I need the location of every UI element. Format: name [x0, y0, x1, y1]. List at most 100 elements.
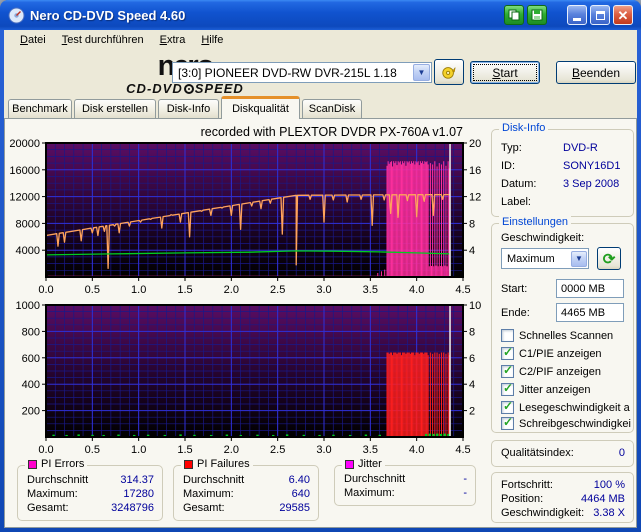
- jitter-stats-panel: Jitter Durchschnitt - Maximum: -: [334, 458, 476, 506]
- speed-select-value: Maximum: [507, 252, 555, 265]
- copy-chart-button[interactable]: [504, 5, 524, 25]
- eject-disc-icon: [442, 67, 456, 79]
- svg-text:16: 16: [469, 165, 481, 177]
- checkbox-label: Schreibgeschwindigkei: [519, 417, 631, 430]
- pi-errors-swatch: [28, 459, 37, 469]
- svg-text:0.5: 0.5: [85, 444, 100, 456]
- checkbox-label: C2/PIF anzeigen: [519, 365, 601, 378]
- svg-text:4.0: 4.0: [409, 444, 424, 456]
- svg-text:4.0: 4.0: [409, 284, 424, 295]
- drive-select[interactable]: [3:0] PIONEER DVD-RW DVR-215L 1.18 ▼: [172, 62, 432, 83]
- svg-text:3.0: 3.0: [316, 444, 331, 456]
- speed-label: Geschwindigkeit:: [501, 232, 585, 244]
- pi-failures-swatch: [184, 459, 193, 469]
- menu-datei[interactable]: Datei: [12, 32, 54, 48]
- svg-text:10: 10: [469, 300, 481, 312]
- stat-label: Gesamt:: [183, 502, 225, 514]
- stat-label: Maximum:: [27, 488, 78, 500]
- stat-value: 17280: [123, 488, 154, 500]
- position-value: 4464 MB: [580, 493, 625, 505]
- checkbox-label: Lesegeschwindigkeit a: [519, 401, 630, 414]
- stat-label: Durchschnitt: [183, 474, 245, 486]
- svg-text:4.5: 4.5: [455, 444, 470, 456]
- disk-info-title: Disk-Info: [499, 122, 549, 134]
- progress-label: Fortschritt:: [501, 479, 553, 491]
- progress-value: 100 %: [593, 479, 625, 491]
- stat-value: 29585: [279, 502, 310, 514]
- tab-diskqualitaet[interactable]: Diskqualität: [221, 96, 300, 119]
- tab-disk-info[interactable]: Disk-Info: [158, 99, 219, 118]
- svg-text:1.0: 1.0: [131, 444, 146, 456]
- svg-text:4000: 4000: [16, 245, 40, 257]
- chevron-down-icon: ▼: [417, 67, 426, 77]
- svg-text:1.5: 1.5: [177, 284, 192, 295]
- checkbox-icon: [501, 364, 514, 378]
- refresh-speed-button[interactable]: ⟳: [597, 247, 621, 270]
- checkbox-lesegeschwindigkeit[interactable]: Lesegeschwindigkeit a: [501, 400, 634, 415]
- disk-id-label: ID:: [501, 160, 516, 172]
- close-icon: ✕: [617, 7, 629, 23]
- maximize-icon: [595, 10, 605, 20]
- disk-date-value: 3 Sep 2008: [563, 178, 620, 190]
- position-label: Position:: [501, 493, 544, 505]
- maximize-button[interactable]: [590, 5, 610, 25]
- title-bar[interactable]: Nero CD-DVD Speed 4.60 ✕: [0, 0, 641, 30]
- tab-scandisk[interactable]: ScanDisk: [302, 99, 362, 118]
- disk-type-value: DVD-R: [563, 142, 598, 154]
- minimize-button[interactable]: [567, 5, 587, 25]
- checkbox-c2-pif[interactable]: C2/PIF anzeigen: [501, 364, 634, 379]
- tab-benchmark[interactable]: Benchmark: [8, 99, 72, 118]
- svg-text:6: 6: [469, 353, 475, 365]
- diskqualitaet-page: 20000 20 16000 16 12000 12 8000 8 4000 4 0.0 0.5 1.0…: [4, 118, 637, 528]
- end-pos-label: Ende:: [501, 307, 530, 319]
- menu-extra[interactable]: Extra: [152, 32, 194, 48]
- chevron-down-icon: ▼: [575, 253, 583, 263]
- jitter-stats-title: Jitter: [358, 458, 382, 470]
- checkbox-schnelles-scannen[interactable]: Schnelles Scannen: [501, 328, 634, 343]
- svg-text:1000: 1000: [16, 300, 40, 312]
- stat-value: 640: [291, 488, 310, 500]
- disk-id-value: SONY16D1: [563, 160, 621, 172]
- quality-index-value: 0: [618, 447, 625, 459]
- stat-value: 3248796: [111, 502, 154, 514]
- svg-text:4: 4: [469, 379, 475, 391]
- drive-select-dropdown-button[interactable]: ▼: [413, 64, 430, 81]
- svg-text:0.0: 0.0: [38, 284, 53, 295]
- close-button[interactable]: ✕: [613, 5, 633, 25]
- start-button[interactable]: Start: [470, 61, 540, 84]
- disk-date-label: Datum:: [501, 178, 537, 190]
- start-pos-label: Start:: [501, 283, 528, 295]
- quit-button[interactable]: Beenden: [556, 61, 636, 84]
- svg-text:12: 12: [469, 192, 481, 204]
- disk-info-panel: Disk-Info Typ: DVD-R ID: SONY16D1 Datum: 3 …: [491, 122, 634, 217]
- svg-text:recorded with PLEXTOR DVDR P: recorded with PLEXTOR DVDR PX-760A v1.07: [201, 125, 463, 139]
- svg-text:4.5: 4.5: [455, 284, 470, 295]
- svg-text:20: 20: [469, 138, 481, 150]
- save-chart-button[interactable]: [527, 5, 547, 25]
- checkbox-jitter[interactable]: Jitter anzeigen: [501, 382, 634, 397]
- pi-failures-chart: 1000 10 800 8 600 6 400 4 200 2 0.0 0.5 1.0 1.5 2.0 2.5…: [16, 300, 482, 456]
- svg-text:200: 200: [22, 406, 40, 418]
- start-pos-input[interactable]: [556, 279, 624, 298]
- end-pos-input[interactable]: [556, 303, 624, 322]
- svg-text:20000: 20000: [9, 138, 40, 150]
- disk-type-label: Typ:: [501, 142, 522, 154]
- pi-errors-stats-panel: PI Errors Durchschnitt 314.37 Maximum: 172…: [17, 458, 163, 521]
- menu-hilfe[interactable]: Hilfe: [193, 32, 231, 48]
- minimize-icon: [573, 18, 581, 21]
- checkbox-schreibgeschwindigkeit[interactable]: Schreibgeschwindigkei: [501, 416, 634, 431]
- checkbox-c1-pie[interactable]: C1/PIE anzeigen: [501, 346, 634, 361]
- speed-readout-label: Geschwindigkeit:: [501, 507, 585, 519]
- refresh-icon: ⟳: [602, 250, 616, 268]
- checkbox-label: C1/PIE anzeigen: [519, 347, 602, 360]
- checkbox-icon: [501, 346, 514, 360]
- eject-disc-button[interactable]: [434, 59, 464, 85]
- svg-text:8000: 8000: [16, 218, 40, 230]
- menu-test-durchfuehren[interactable]: Test durchführen: [54, 32, 152, 48]
- speed-select-dropdown-button[interactable]: ▼: [571, 250, 587, 267]
- stat-label: Durchschnitt: [344, 473, 406, 485]
- tab-disk-erstellen[interactable]: Disk erstellen: [74, 99, 156, 118]
- svg-text:12000: 12000: [9, 192, 40, 204]
- svg-text:600: 600: [22, 353, 40, 365]
- speed-select[interactable]: Maximum ▼: [501, 248, 589, 269]
